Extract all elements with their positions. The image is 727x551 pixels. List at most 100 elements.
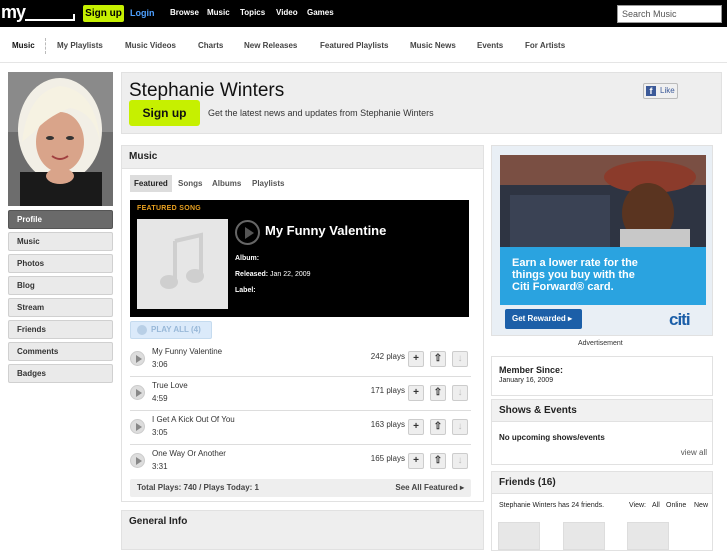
song-row[interactable]: One Way Or Another 3:31 165 plays + ⇧ ↓ [130,446,471,479]
add-icon[interactable]: + [408,351,424,367]
friend-avatar[interactable] [498,522,540,550]
friends-summary: Stephanie Winters has 24 friends. [499,502,605,509]
friend-avatar[interactable] [563,522,605,550]
music-module: Music Featured Songs Albums Playlists FE… [121,145,484,502]
song-title[interactable]: One Way Or Another [152,449,226,458]
sidebar-item-profile[interactable]: Profile [8,210,113,229]
play-icon[interactable] [130,419,145,434]
sidebar-item-comments[interactable]: Comments [8,342,113,361]
no-shows-text: No upcoming shows/events [499,433,605,442]
song-duration: 3:05 [152,428,168,437]
nav-topics[interactable]: Topics [240,8,265,17]
site-logo[interactable]: my [0,0,76,27]
shows-events-heading: Shows & Events [492,400,712,422]
download-icon[interactable]: ↓ [452,419,468,435]
subnav-my-playlists[interactable]: My Playlists [57,41,103,50]
profile-photo[interactable] [8,72,113,206]
plays-total-bar: Total Plays: 740 / Plays Today: 1 See Al… [130,479,471,497]
released-label: Released: [235,271,269,278]
subnav-new-releases[interactable]: New Releases [244,41,297,50]
tab-albums[interactable]: Albums [208,175,245,192]
tab-songs[interactable]: Songs [174,175,206,192]
song-title[interactable]: I Get A Kick Out Of You [152,415,235,424]
share-icon[interactable]: ⇧ [430,385,446,401]
friends-filter-online[interactable]: Online [666,502,686,509]
song-plays: 165 plays [370,454,405,463]
friends-filter-new[interactable]: New [694,502,708,509]
add-icon[interactable]: + [408,453,424,469]
play-all-button[interactable]: PLAY ALL (4) [130,321,212,339]
ad-photo[interactable] [500,155,706,247]
profile-photo-image [8,72,113,206]
play-icon[interactable] [130,453,145,468]
member-since-panel: Member Since: January 16, 2009 [491,356,713,396]
song-plays: 242 plays [370,352,405,361]
featured-album: Album: [235,255,259,262]
share-icon[interactable]: ⇧ [430,351,446,367]
sidebar-item-photos[interactable]: Photos [8,254,113,273]
tab-featured[interactable]: Featured [130,175,172,192]
subnav-events[interactable]: Events [477,41,503,50]
subnav-divider [45,38,46,54]
subnav-music[interactable]: Music [12,41,35,50]
featured-play-button[interactable] [235,220,260,245]
see-all-featured-link[interactable]: See All Featured ▸ [395,479,464,497]
tab-playlists[interactable]: Playlists [248,175,288,192]
song-row[interactable]: True Love 4:59 171 plays + ⇧ ↓ [130,378,471,411]
share-icon[interactable]: ⇧ [430,453,446,469]
subnav-music-videos[interactable]: Music Videos [125,41,176,50]
music-heading: Music [122,146,483,169]
featured-song-label: FEATURED SONG [137,205,202,212]
subnav-music-news[interactable]: Music News [410,41,456,50]
sidebar-item-blog[interactable]: Blog [8,276,113,295]
facebook-like-button[interactable]: f Like [643,83,678,99]
song-duration: 3:06 [152,360,168,369]
logo-text: my [1,2,26,22]
subnav-featured-playlists[interactable]: Featured Playlists [320,41,388,50]
sidebar-item-stream[interactable]: Stream [8,298,113,317]
member-since-date: January 16, 2009 [499,377,554,384]
advertisement[interactable]: Earn a lower rate for the things you buy… [491,145,713,336]
add-icon[interactable]: + [408,419,424,435]
featured-song-panel: FEATURED SONG My Funny Valentine Album: … [130,200,469,317]
subnav-for-artists[interactable]: For Artists [525,41,565,50]
friends-filter-all[interactable]: All [652,502,660,509]
share-icon[interactable]: ⇧ [430,419,446,435]
download-icon[interactable]: ↓ [452,351,468,367]
signup-tagline: Get the latest news and updates from Ste… [208,108,434,118]
view-all-shows-link[interactable]: view all [681,448,707,457]
sidebar-item-badges[interactable]: Badges [8,364,113,383]
song-row[interactable]: I Get A Kick Out Of You 3:05 163 plays +… [130,412,471,445]
song-title[interactable]: My Funny Valentine [152,347,222,356]
sidebar-item-music[interactable]: Music [8,232,113,251]
download-icon[interactable]: ↓ [452,453,468,469]
profile-header: Stephanie Winters Sign up Get the latest… [121,72,722,134]
nav-games[interactable]: Games [307,8,334,17]
subnav-charts[interactable]: Charts [198,41,223,50]
nav-video[interactable]: Video [276,8,298,17]
general-info-heading: General Info [129,516,188,527]
get-rewarded-button[interactable]: Get Rewarded ▸ [505,309,582,329]
sidebar-item-friends[interactable]: Friends [8,320,113,339]
download-icon[interactable]: ↓ [452,385,468,401]
play-icon[interactable] [130,351,145,366]
top-bar: my Sign up Login Browse Music Topics Vid… [0,0,727,27]
signup-button[interactable]: Sign up [129,100,200,126]
friends-view-label: View: [629,502,646,509]
add-icon[interactable]: + [408,385,424,401]
nav-browse[interactable]: Browse [170,8,199,17]
album-art [137,219,228,309]
friend-avatar[interactable] [627,522,669,550]
featured-song-title[interactable]: My Funny Valentine [265,223,386,238]
song-row[interactable]: My Funny Valentine 3:06 242 plays + ⇧ ↓ [130,344,471,377]
login-link[interactable]: Login [130,8,155,18]
label-label: Label: [235,287,256,294]
song-title[interactable]: True Love [152,381,188,390]
search-input[interactable]: Search Music [617,5,722,23]
nav-music[interactable]: Music [207,8,230,17]
ad-headline[interactable]: Earn a lower rate for the things you buy… [500,247,706,305]
play-icon[interactable] [130,385,145,400]
ad-headline-line2: things you buy with the [512,269,635,281]
signup-button-top[interactable]: Sign up [83,5,124,22]
album-label: Album: [235,255,260,262]
